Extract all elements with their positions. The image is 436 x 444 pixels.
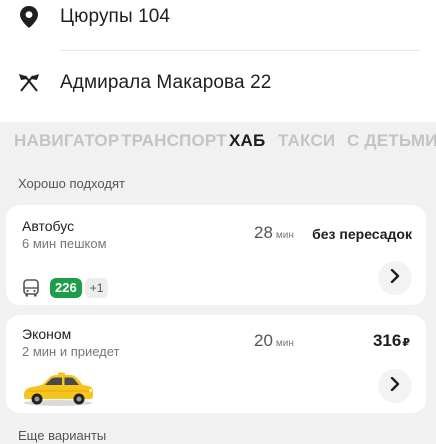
tab-taxi[interactable]: ТАКСИ: [278, 131, 335, 151]
bus-transfer-info: без пересадок: [312, 226, 412, 242]
bus-route-row: 226 +1: [22, 277, 109, 299]
section-more-options-title: Еще варианты: [18, 428, 107, 443]
bus-option-title: Автобус: [22, 218, 75, 234]
taxi-option-card[interactable]: Эконом 2 мин и приедет 20 мин 316₽: [6, 315, 426, 413]
bus-route-number-badge: 226: [50, 278, 82, 298]
section-recommended-title: Хорошо подходят: [18, 176, 125, 191]
crossed-flags-icon: [18, 71, 40, 95]
to-address: Адмирала Макарова 22: [60, 72, 272, 93]
taxi-open-button[interactable]: [378, 369, 412, 403]
from-address: Цюрупы 104: [60, 6, 171, 27]
bus-time-value: 28: [254, 223, 273, 242]
tab-navigator[interactable]: НАВИГАТОР: [14, 131, 119, 151]
taxi-tariff-title: Эконом: [22, 326, 72, 342]
taxi-time-value: 20: [254, 331, 273, 350]
tab-hub[interactable]: ХАБ: [229, 131, 265, 151]
bus-open-button[interactable]: [378, 261, 412, 295]
transport-mode-tabs: НАВИГАТОР ТРАНСПОРТ ХАБ ТАКСИ С ДЕТЬМИ: [0, 128, 436, 158]
bus-walk-time: 6 мин пешком: [22, 236, 107, 251]
route-address-panel: Цюрупы 104 Адмирала Макарова 22: [0, 0, 436, 122]
map-pin-icon: [18, 5, 40, 29]
chevron-right-icon: [390, 376, 400, 396]
taxi-travel-time: 20 мин: [254, 331, 294, 351]
taxi-price-value: 316: [372, 331, 402, 350]
tab-transport[interactable]: ТРАНСПОРТ: [121, 131, 227, 151]
tab-with-kids[interactable]: С ДЕТЬМИ: [347, 131, 436, 151]
address-divider: [60, 50, 420, 51]
more-routes-badge: +1: [84, 278, 109, 298]
taxi-price: 316₽: [373, 331, 410, 351]
bus-icon: [22, 279, 40, 297]
taxi-price-currency: ₽: [402, 337, 410, 349]
bus-option-card[interactable]: Автобус 6 мин пешком 28 мин без пересадок…: [6, 205, 426, 305]
chevron-right-icon: [390, 268, 400, 288]
taxi-car-icon: [20, 371, 96, 407]
taxi-arrival-time: 2 мин и приедет: [22, 344, 120, 359]
to-address-row[interactable]: Адмирала Макарова 22: [0, 56, 436, 110]
bus-travel-time: 28 мин: [254, 223, 294, 243]
taxi-time-unit: мин: [275, 338, 294, 349]
bus-time-unit: мин: [275, 230, 294, 241]
from-address-row[interactable]: Цюрупы 104: [0, 0, 436, 44]
